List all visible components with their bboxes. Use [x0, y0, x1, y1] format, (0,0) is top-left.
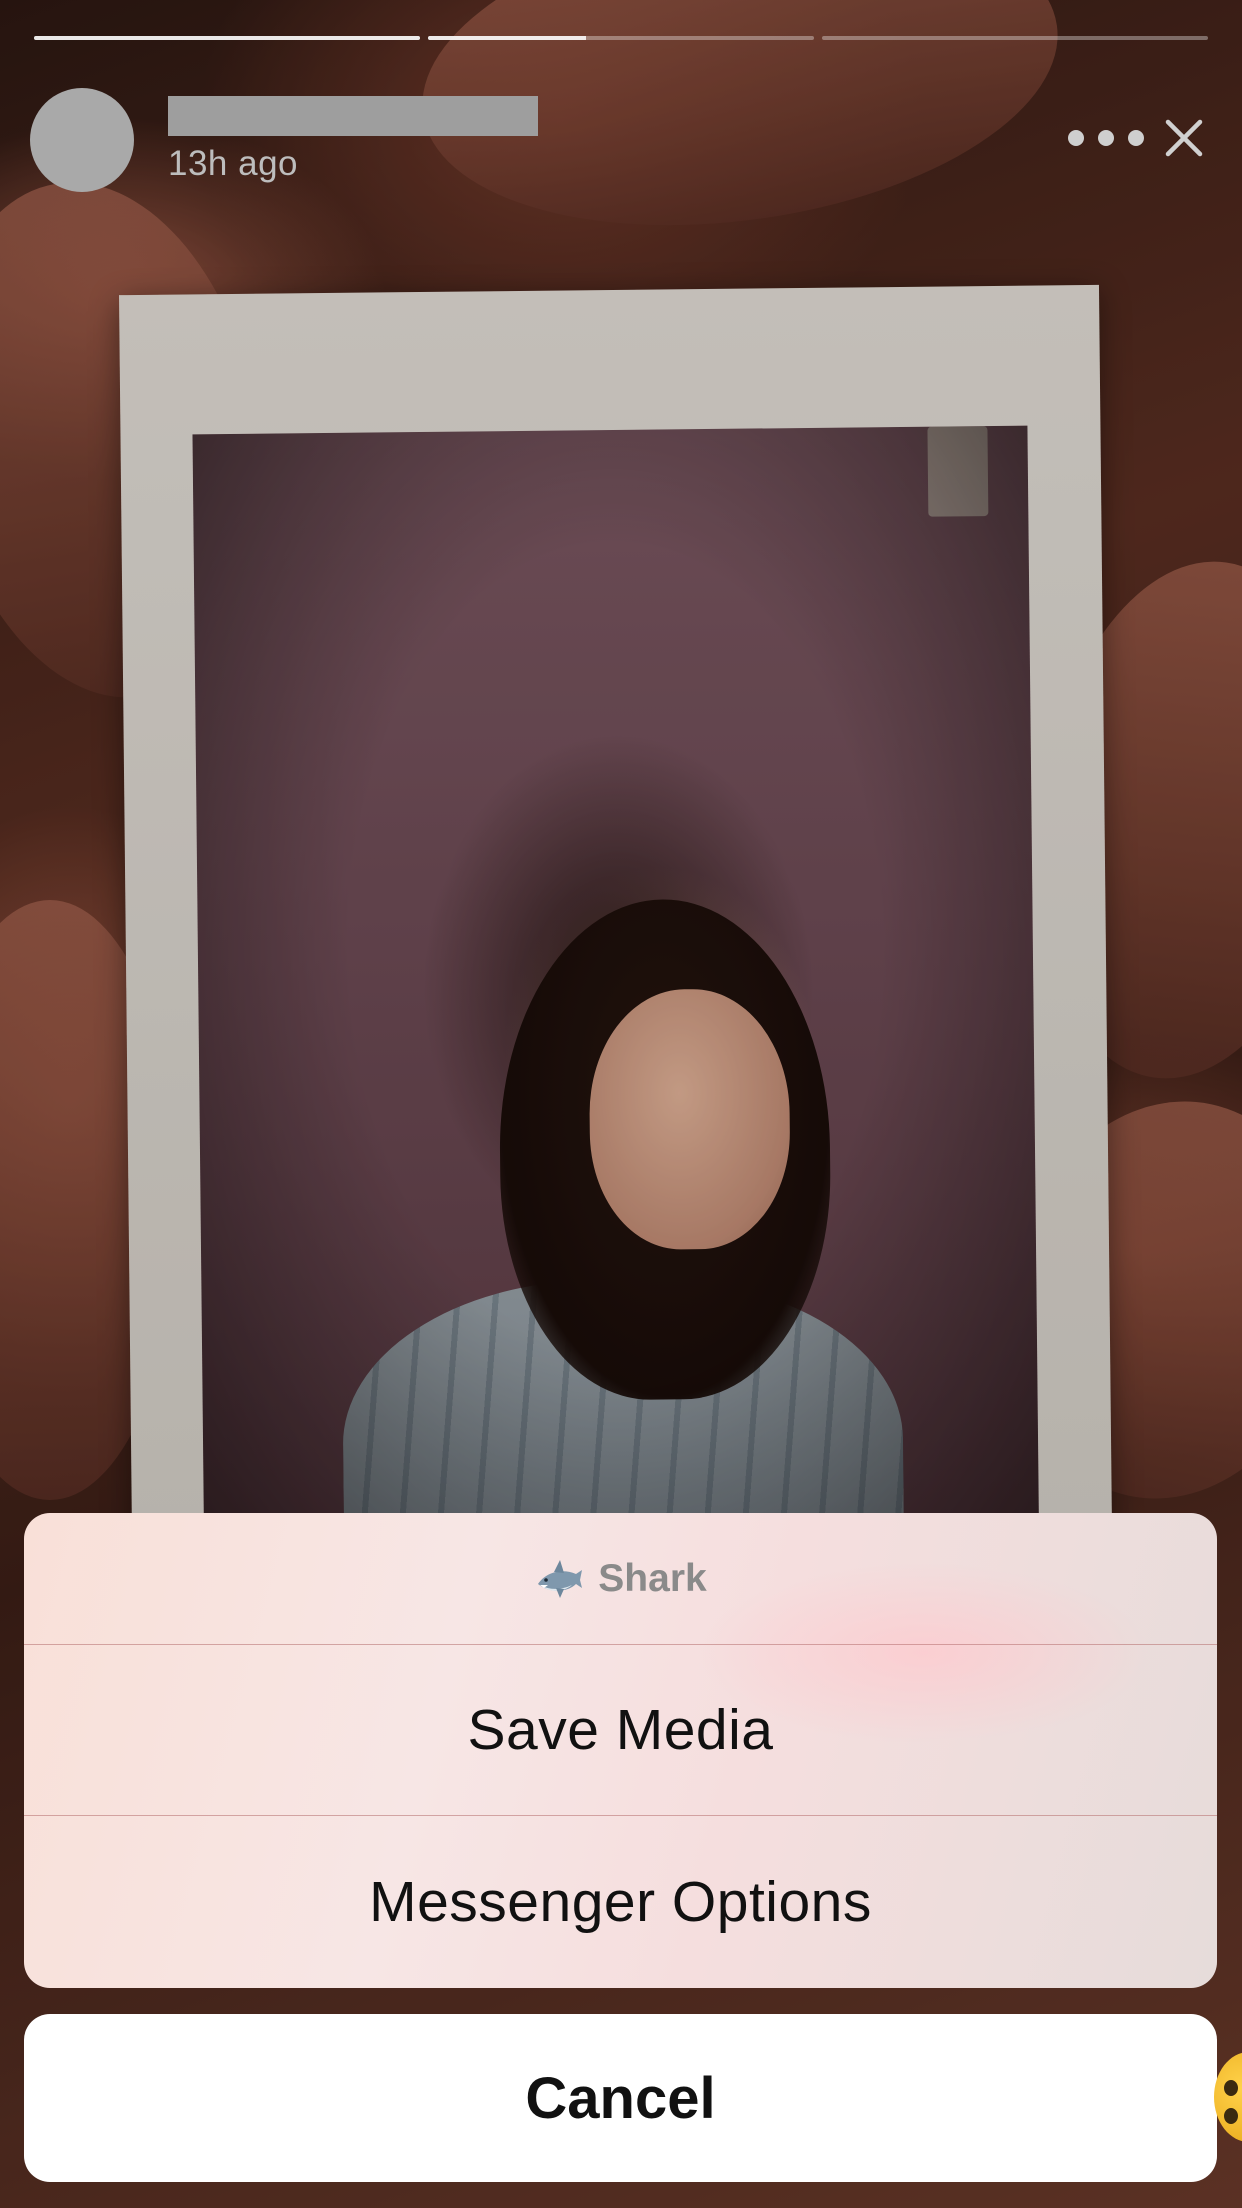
progress-fill [428, 36, 587, 40]
messenger-options-button[interactable]: Messenger Options [24, 1816, 1217, 1987]
progress-fill [34, 36, 420, 40]
action-sheet-title: Shark [598, 1556, 707, 1600]
shark-emoji-icon [538, 1559, 583, 1598]
more-horizontal-icon [1128, 130, 1144, 146]
cancel-button[interactable]: Cancel [24, 2014, 1217, 2182]
save-media-button[interactable]: Save Media [24, 1644, 1217, 1816]
action-sheet: Shark Save Media Messenger Options [24, 1513, 1217, 1988]
action-sheet-header: Shark [24, 1513, 1217, 1645]
close-icon [1165, 119, 1203, 157]
story-header: 13h ago [30, 88, 1212, 192]
story-viewer-screen: 13h ago Shark Save Media Messenger Optio… [0, 0, 1242, 2208]
story-progress [34, 36, 1208, 40]
more-horizontal-icon [1098, 130, 1114, 146]
emoji-eye [1224, 2108, 1238, 2124]
redacted-username[interactable] [168, 96, 538, 136]
more-horizontal-icon [1068, 130, 1084, 146]
close-button[interactable] [1156, 110, 1212, 166]
progress-segment [428, 36, 814, 40]
avatar[interactable] [30, 88, 134, 192]
story-timestamp: 13h ago [168, 144, 299, 183]
progress-segment [34, 36, 420, 40]
more-options-button[interactable] [1068, 116, 1144, 160]
emoji-eye [1224, 2080, 1238, 2096]
progress-segment [822, 36, 1208, 40]
